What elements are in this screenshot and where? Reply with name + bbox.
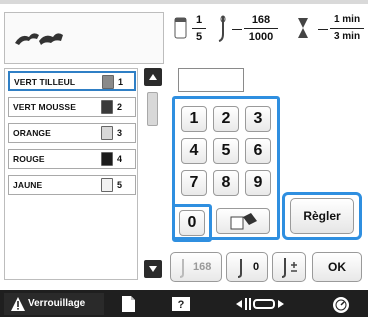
key-0[interactable]: 0 [179,210,205,236]
key-8[interactable]: 8 [213,170,239,196]
needle-icon [218,15,226,42]
lock-button[interactable]: Verrouillage [4,293,104,315]
number-input-field[interactable] [178,68,244,92]
stitch-fraction: 168 1000 [244,14,278,43]
thread-number: 1 [118,77,124,87]
set-button[interactable]: Règler [290,198,354,234]
thread-name: ROUGE [13,154,45,164]
document-icon[interactable] [118,293,138,315]
embroidery-screen: 1 5 168 1000 1 min 3 min VERT TILLEUL 1 … [0,0,368,317]
erase-button[interactable] [216,208,270,234]
scroll-down-button[interactable] [144,260,162,278]
color-fraction: 1 5 [192,14,206,43]
thread-name: VERT TILLEUL [14,77,76,87]
needle-icon [237,259,242,278]
color-fraction-current: 1 [195,14,203,26]
scroll-up-button[interactable] [144,68,162,86]
needle-count-button[interactable]: 168 [170,252,222,282]
key-1[interactable]: 1 [181,106,207,132]
key-9[interactable]: 9 [245,170,271,196]
thread-number: 4 [117,154,123,164]
top-frame [0,0,368,4]
thread-row-1[interactable]: VERT TILLEUL 1 [8,71,136,91]
spool-icon [101,152,113,166]
svg-text:?: ? [178,299,185,311]
ok-button[interactable]: OK [312,252,362,282]
lock-label: Verrouillage [28,298,86,309]
eraser-icon [230,213,257,230]
thread-row-5[interactable]: JAUNE 5 [8,175,136,195]
stitch-total: 1000 [248,31,274,43]
hourglass-icon [298,18,308,38]
color-count-icon [174,17,187,39]
time-fraction: 1 min 3 min [330,14,364,43]
thread-name: JAUNE [13,180,43,190]
thread-number: 5 [117,180,123,190]
stitch-current: 168 [251,14,271,26]
hoop-position-icon[interactable] [232,293,288,315]
needle-icon [179,259,184,278]
key-4[interactable]: 4 [181,138,207,164]
thread-row-3[interactable]: ORANGE 3 [8,123,136,143]
key-0-frame: 0 [172,204,212,242]
triangle-up-icon [149,74,157,80]
spool-icon [101,178,113,192]
thread-row-4[interactable]: ROUGE 4 [8,149,136,169]
key-6[interactable]: 6 [245,138,271,164]
key-3[interactable]: 3 [245,106,271,132]
spool-icon [101,126,113,140]
scrollbar-thumb[interactable] [147,92,158,126]
needle-plus-minus-icon [281,258,297,278]
key-7[interactable]: 7 [181,170,207,196]
thread-color-list: VERT TILLEUL 1 VERT MOUSSE 2 ORANGE 3 RO… [4,68,138,280]
spool-icon [102,75,114,89]
spool-icon [101,100,113,114]
help-icon[interactable]: ? [170,293,192,315]
design-thumbnail-icon [15,33,63,45]
needle-plus-minus-button[interactable] [272,252,306,282]
key-5[interactable]: 5 [213,138,239,164]
key-2[interactable]: 2 [213,106,239,132]
needle-zero-value: 0 [253,261,260,273]
thread-row-2[interactable]: VERT MOUSSE 2 [8,97,136,117]
needle-count-value: 168 [193,261,212,273]
needle-reset-button[interactable]: 0 [226,252,268,282]
design-preview [4,12,164,64]
time-current: 1 min [333,14,361,25]
color-fraction-total: 5 [195,31,203,43]
warning-icon [11,297,25,311]
thread-number: 2 [117,102,123,112]
thread-name: VERT MOUSSE [13,102,76,112]
time-total: 3 min [333,31,361,42]
thread-number: 3 [117,128,123,138]
triangle-down-icon [149,266,157,272]
thread-name: ORANGE [13,128,51,138]
stopwatch-icon[interactable] [330,293,352,315]
